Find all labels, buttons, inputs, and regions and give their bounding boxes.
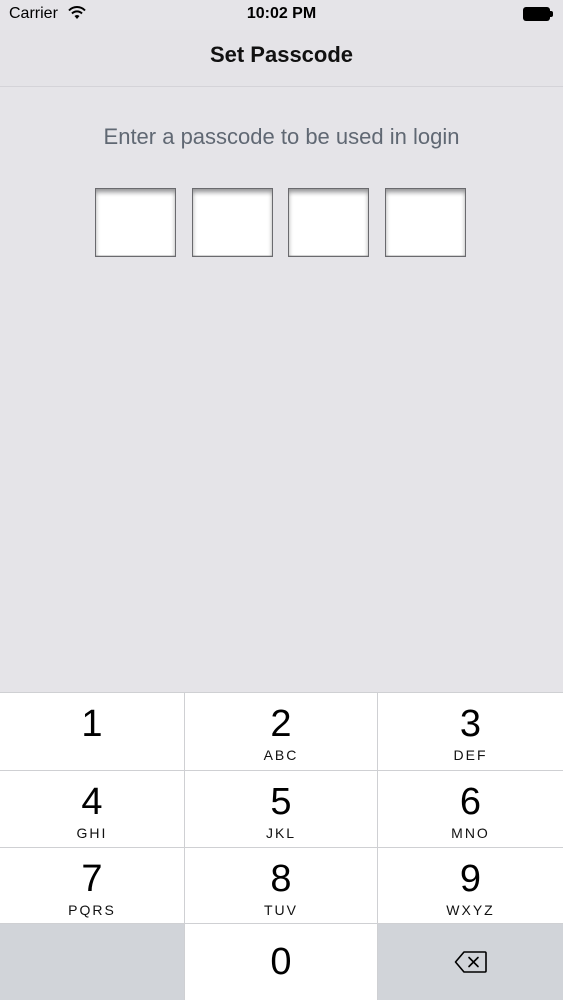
- key-digit: 5: [270, 781, 292, 823]
- key-letters: MNO: [451, 825, 490, 841]
- passcode-digit-box-1[interactable]: [95, 188, 176, 257]
- key-blank: [0, 923, 185, 1000]
- key-digit: 8: [270, 858, 292, 900]
- key-letters: TUV: [264, 902, 298, 918]
- key-digit: 2: [270, 703, 292, 745]
- key-digit: 0: [270, 941, 292, 983]
- key-6[interactable]: 6 MNO: [378, 770, 563, 847]
- status-bar: Carrier 10:02 PM: [0, 0, 563, 30]
- key-digit: 7: [81, 858, 103, 900]
- passcode-prompt: Enter a passcode to be used in login: [103, 124, 460, 149]
- key-3[interactable]: 3 DEF: [378, 692, 563, 770]
- key-letters: PQRS: [68, 902, 116, 918]
- backspace-icon: [454, 951, 487, 973]
- battery-icon: [523, 7, 553, 21]
- key-1[interactable]: 1: [0, 692, 185, 770]
- passcode-digit-box-4[interactable]: [385, 188, 466, 257]
- key-digit: 4: [81, 781, 103, 823]
- key-letters: GHI: [76, 825, 108, 841]
- navigation-bar: Set Passcode: [0, 30, 563, 87]
- key-digit: 6: [459, 781, 482, 823]
- key-digit: 9: [459, 858, 482, 900]
- key-digit: 1: [81, 703, 103, 745]
- passcode-digit-box-2[interactable]: [192, 188, 273, 257]
- key-9[interactable]: 9 WXYZ: [378, 847, 563, 923]
- key-7[interactable]: 7 PQRS: [0, 847, 185, 923]
- page-title: Set Passcode: [209, 42, 354, 67]
- status-time: 10:02 PM: [246, 5, 317, 22]
- key-letters: WXYZ: [446, 902, 495, 918]
- key-letters: DEF: [453, 747, 488, 763]
- key-2[interactable]: 2 ABC: [185, 692, 378, 770]
- key-letters: ABC: [263, 747, 299, 763]
- passcode-digit-box-3[interactable]: [288, 188, 369, 257]
- key-5[interactable]: 5 JKL: [185, 770, 378, 847]
- key-8[interactable]: 8 TUV: [185, 847, 378, 923]
- key-letters: JKL: [265, 825, 297, 841]
- numeric-keypad: 1 2 ABC 3 DEF 4 GHI 5 JKL 6 MNO 7 PQRS 8…: [0, 692, 563, 1000]
- key-0[interactable]: 0: [185, 923, 378, 1000]
- key-4[interactable]: 4 GHI: [0, 770, 185, 847]
- key-digit: 3: [459, 703, 482, 745]
- backspace-key[interactable]: [378, 923, 563, 1000]
